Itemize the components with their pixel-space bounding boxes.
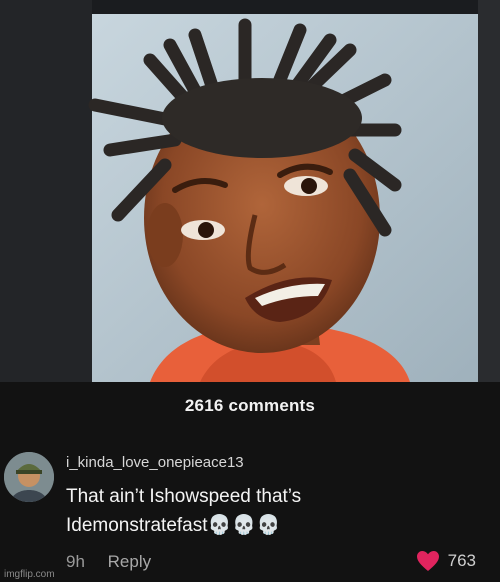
comment-item: i_kinda_love_onepieace13 That ain’t Isho… <box>0 446 500 582</box>
like-count: 763 <box>447 551 476 570</box>
comments-count: 2616 comments <box>184 396 316 415</box>
clay-figure-image <box>0 0 500 382</box>
comment-age: 9h <box>66 552 85 571</box>
watermark: imgflip.com <box>4 569 55 580</box>
avatar[interactable] <box>4 452 54 502</box>
heart-icon <box>416 551 439 571</box>
comment-text-line-2-text: Idemonstratefast <box>66 515 208 536</box>
avatar-image <box>4 452 54 502</box>
comment-text-line-1: That ain’t Ishowspeed that’s <box>66 486 302 507</box>
like-button[interactable]: 763 <box>416 550 476 572</box>
comment-text-line-2: Idemonstratefast💀💀💀 <box>66 511 386 540</box>
comment-meta: 9h Reply <box>66 552 151 572</box>
comment-text: That ain’t Ishowspeed that’s Idemonstrat… <box>66 482 386 540</box>
skull-emoji: 💀💀💀 <box>207 514 282 536</box>
video-thumbnail[interactable] <box>0 0 500 382</box>
reply-button[interactable]: Reply <box>108 552 151 571</box>
comment-username[interactable]: i_kinda_love_onepieace13 <box>66 454 244 471</box>
